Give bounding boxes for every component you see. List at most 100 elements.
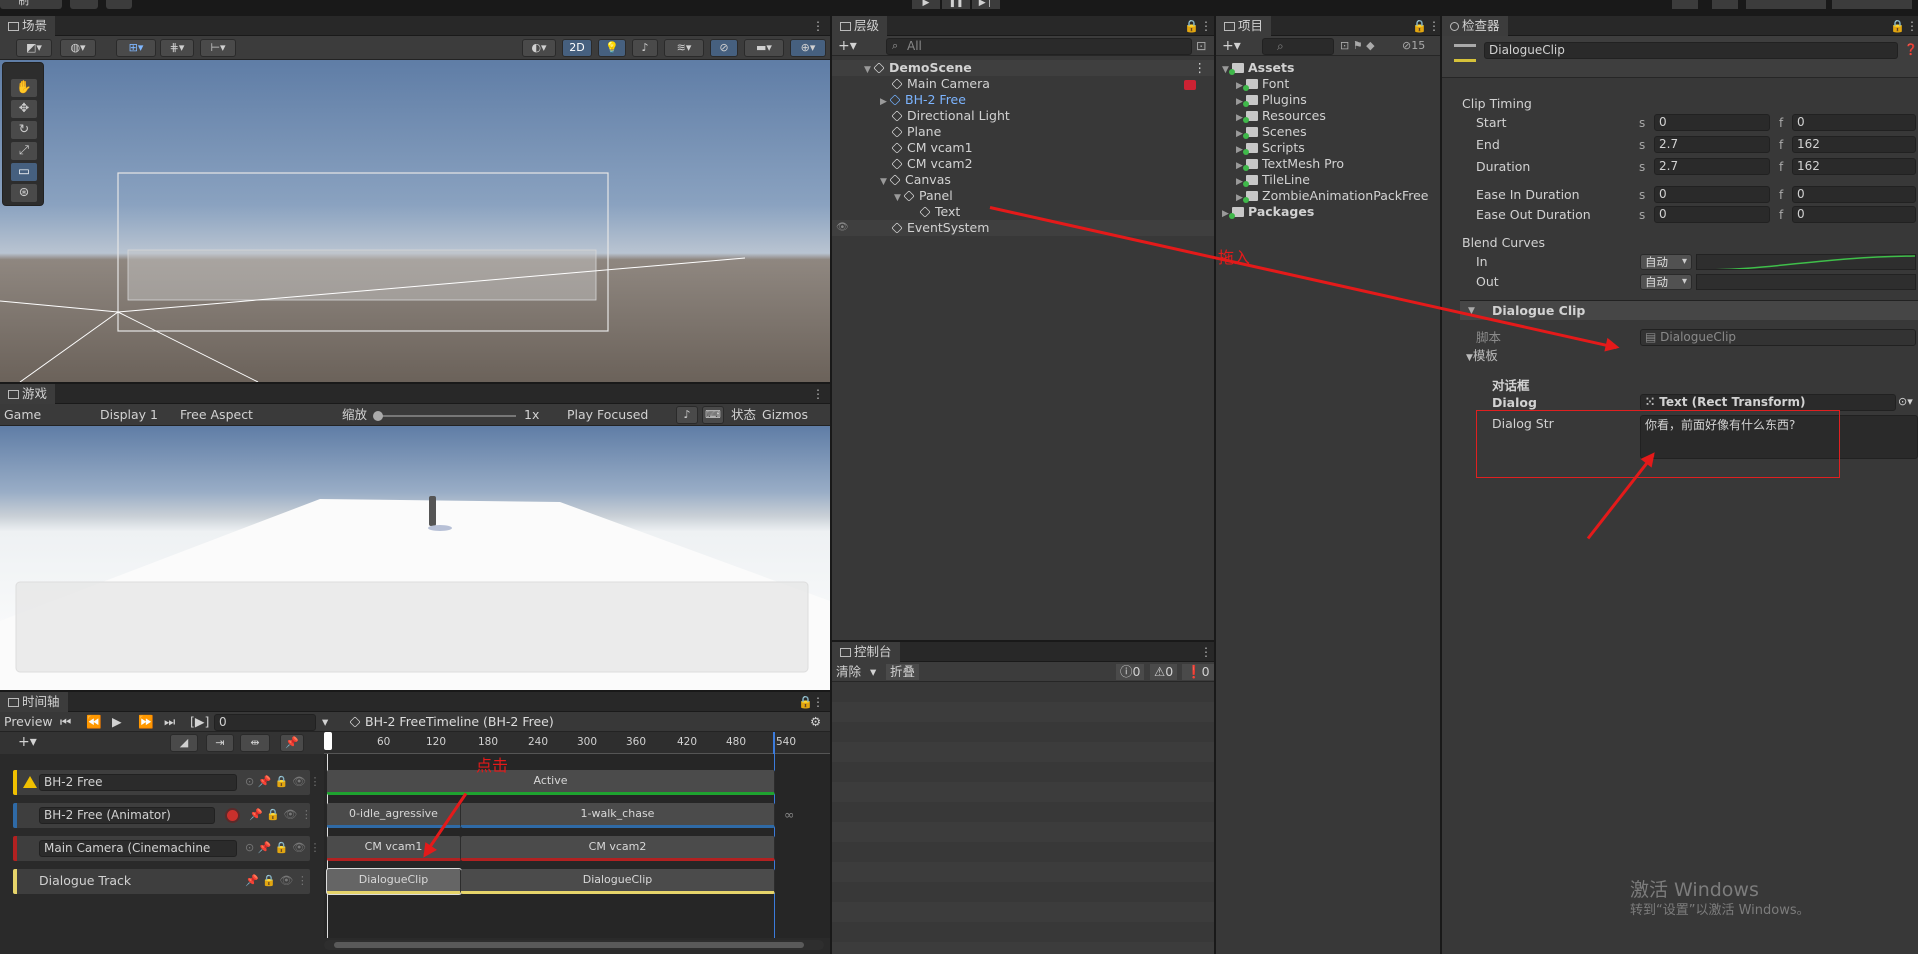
foldout-icon[interactable]: ▼	[1466, 353, 1473, 363]
track-binding-field[interactable]: BH-2 Free (Animator)	[39, 807, 215, 824]
audio-button[interactable]: ♪	[632, 39, 658, 57]
track-bh2-free[interactable]: BH-2 Free ⊙ 📌 🔒 👁 ⋮	[13, 770, 321, 795]
timeline-scroll-thumb[interactable]	[334, 942, 804, 948]
add-track-button[interactable]: +▾	[18, 734, 37, 750]
game-viewport[interactable]	[0, 426, 830, 690]
visibility-icon[interactable]: 👁	[836, 220, 849, 236]
scale-slider[interactable]	[373, 411, 516, 421]
timeline-menu-icon[interactable]: ⋮	[812, 694, 824, 710]
clear-button[interactable]: 清除	[836, 664, 861, 680]
scene-menu-icon[interactable]: ⋮	[1194, 60, 1207, 76]
end-frames-field[interactable]: 162	[1792, 136, 1916, 153]
hidden-objects-button[interactable]: ⊘	[710, 39, 738, 57]
track-controls[interactable]: ⊙ 📌 🔒 👁 ⋮	[245, 774, 321, 790]
scene-row[interactable]: ▼ DemoScene	[832, 60, 1214, 76]
track-controls[interactable]: 📌 🔒 👁 ⋮	[245, 873, 308, 889]
scene-search-icon[interactable]: ⊡	[1196, 38, 1206, 54]
project-folder[interactable]: ▶ TileLine	[1216, 172, 1440, 188]
frame-field[interactable]: 0	[214, 714, 316, 731]
ease-in-frames-field[interactable]: 0	[1792, 186, 1916, 203]
start-seconds-field[interactable]: 0	[1654, 114, 1770, 131]
layers-dropdown[interactable]	[1746, 0, 1826, 9]
gizmos-button[interactable]: ⊕▾	[790, 39, 826, 57]
transform-tool-icon[interactable]: ⊛	[11, 184, 37, 202]
hierarchy-lock-icon[interactable]: 🔒	[1184, 18, 1199, 34]
hierarchy-item[interactable]: Plane	[832, 124, 1214, 140]
ripple-mode-icon[interactable]: ⇥	[206, 734, 234, 752]
project-folder[interactable]: ▶ Resources	[1216, 108, 1440, 124]
track-cinemachine[interactable]: Main Camera (Cinemachine ⊙ 📌 🔒 👁 ⋮	[13, 836, 321, 861]
blend-in-curve[interactable]	[1696, 254, 1916, 270]
timeline-lock-icon[interactable]: 🔒	[798, 694, 813, 710]
start-frames-field[interactable]: 0	[1792, 114, 1916, 131]
hierarchy-search-input[interactable]: All	[886, 38, 1192, 55]
scale-tool-icon[interactable]: ⤢	[11, 142, 37, 160]
step-button[interactable]: ▶❘	[972, 0, 1000, 9]
track-dialogue[interactable]: Dialogue Track 📌 🔒 👁 ⋮	[13, 869, 310, 894]
prev-frame-icon[interactable]: ⏪	[86, 714, 102, 730]
aspect-dropdown[interactable]: Free Aspect	[180, 407, 330, 423]
dialog-object-field[interactable]: ⁙ Text (Rect Transform)	[1640, 394, 1896, 411]
toggle-2d-button[interactable]: 2D	[562, 39, 592, 57]
hierarchy-item[interactable]: CM vcam1	[832, 140, 1214, 156]
pause-button[interactable]: ❚❚	[942, 0, 970, 9]
object-name-field[interactable]: DialogueClip	[1484, 42, 1898, 59]
track-binding-field[interactable]: Main Camera (Cinemachine	[39, 840, 237, 857]
goto-start-icon[interactable]: ⏮	[60, 714, 71, 730]
ease-out-seconds-field[interactable]: 0	[1654, 206, 1770, 223]
inspector-lock-icon[interactable]: 🔒	[1890, 18, 1905, 34]
scene-viewport[interactable]: ✋ ✥ ↻ ⤢ ▭ ⊛	[0, 60, 830, 382]
gear-icon[interactable]	[106, 0, 132, 9]
play-mode-dropdown[interactable]: Play Focused	[567, 407, 671, 423]
rotate-tool-icon[interactable]: ↻	[11, 121, 37, 139]
tab-project[interactable]: 项目	[1216, 16, 1272, 36]
cloud-icon[interactable]	[70, 0, 98, 9]
packages-folder[interactable]: ▶ Packages	[1216, 204, 1440, 220]
clip-edit-mode-icon[interactable]: ◢	[170, 734, 198, 752]
project-folder[interactable]: ▶ Scenes	[1216, 124, 1440, 140]
clip-dialogue[interactable]: DialogueClip	[461, 869, 775, 894]
hierarchy-item[interactable]: Main Camera	[832, 76, 1214, 92]
keyboard-icon[interactable]: ⌨	[702, 406, 724, 424]
preview-button[interactable]: Preview	[4, 714, 53, 730]
game-mode-dropdown[interactable]: Game	[4, 407, 88, 423]
project-lock-icon[interactable]: 🔒	[1412, 18, 1427, 34]
clip-active[interactable]: Active	[327, 770, 775, 795]
console-menu-icon[interactable]: ⋮	[1200, 644, 1212, 660]
track-controls[interactable]: ⊙ 📌 🔒 👁 ⋮	[245, 840, 321, 856]
ease-out-frames-field[interactable]: 0	[1792, 206, 1916, 223]
project-folder[interactable]: ▶ Font	[1216, 76, 1440, 92]
timeline-settings-icon[interactable]: ⚙	[810, 714, 821, 730]
pin-icon[interactable]: 📌	[280, 734, 304, 752]
blend-out-dropdown[interactable]: 自动	[1640, 274, 1692, 290]
stats-button[interactable]: 状态	[731, 407, 756, 423]
blend-out-curve[interactable]	[1696, 274, 1916, 290]
grid-snap-button[interactable]: ⊞▾	[116, 39, 156, 57]
object-picker-icon[interactable]: ⊙▾	[1898, 394, 1913, 410]
lighting-button[interactable]: 💡	[598, 39, 626, 57]
loop-icon[interactable]: [▶]	[190, 714, 209, 730]
template-foldout[interactable]: ▼模板	[1466, 348, 1498, 366]
playhead[interactable]	[324, 732, 332, 750]
hierarchy-item[interactable]: EventSystem	[832, 220, 1214, 236]
tab-game[interactable]: 游戏	[0, 384, 56, 404]
replace-mode-icon[interactable]: ⇹	[240, 734, 270, 752]
hierarchy-item[interactable]: Text	[832, 204, 1214, 220]
clip-area[interactable]: Active 0-idle_agressive 1-walk_chase CM …	[324, 754, 830, 938]
collapse-button[interactable]: 折叠	[886, 664, 920, 680]
effects-button[interactable]: ≋▾	[664, 39, 704, 57]
duration-seconds-field[interactable]: 2.7	[1654, 158, 1770, 175]
project-folder[interactable]: ▶ Plugins	[1216, 92, 1440, 108]
clip-vcam1[interactable]: CM vcam1	[327, 836, 461, 861]
project-search-input[interactable]: ⌕	[1262, 38, 1334, 55]
tab-scene[interactable]: 场景	[0, 16, 56, 36]
snap-increment-button[interactable]: ⊢▾	[200, 39, 236, 57]
play-button[interactable]: ▶	[912, 0, 940, 9]
tab-hierarchy[interactable]: 层级	[832, 16, 888, 36]
hierarchy-menu-icon[interactable]: ⋮	[1200, 18, 1212, 34]
warning-count[interactable]: ⚠0	[1150, 664, 1178, 680]
timeline-scrollbar[interactable]	[324, 940, 824, 950]
account-dropdown[interactable]: 制	[0, 0, 62, 9]
track-controls[interactable]: 📌 🔒 👁 ⋮	[249, 807, 312, 823]
hierarchy-item[interactable]: Directional Light	[832, 108, 1214, 124]
